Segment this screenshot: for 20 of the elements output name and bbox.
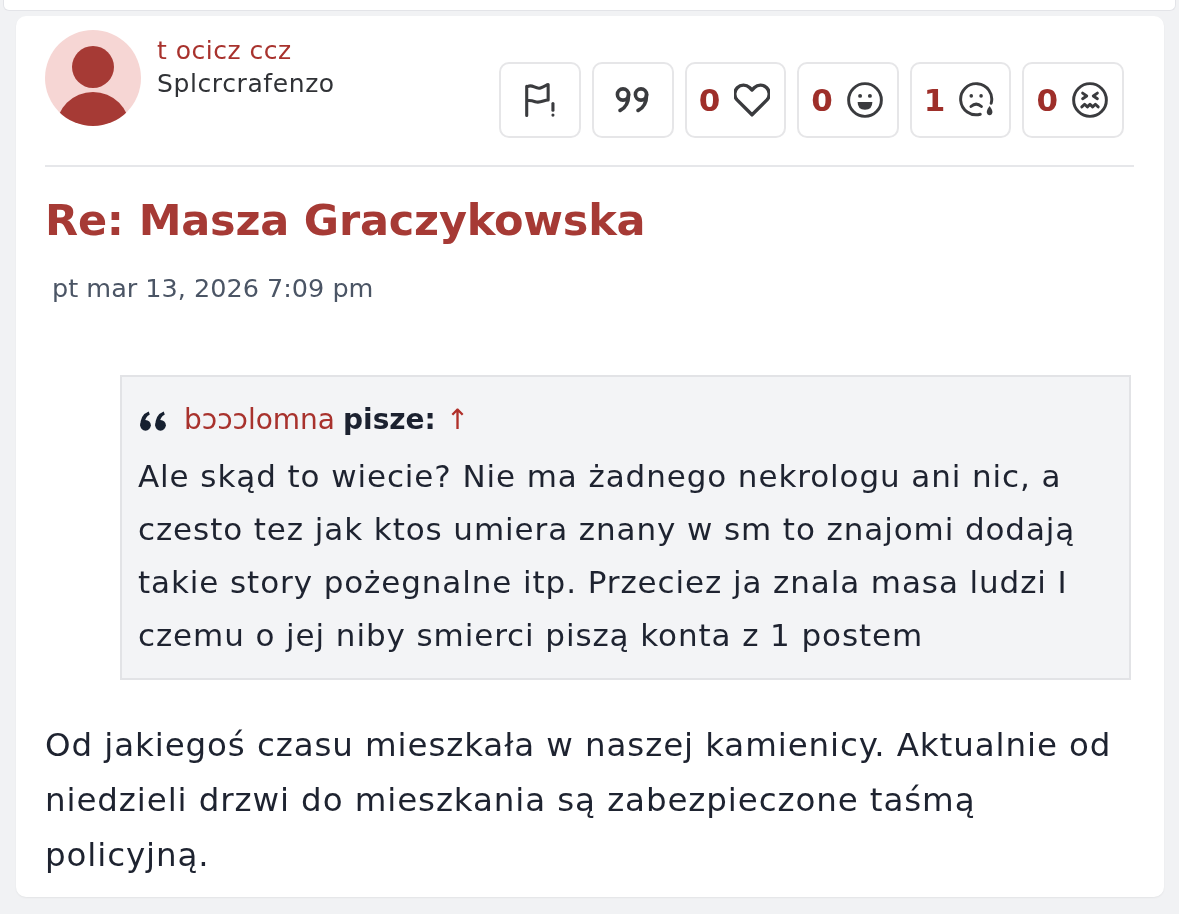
post-body: Od jakiegoś czasu mieszkała w naszej kamienicy. Aktualnie od niedzieli drzwi do mieszkania są zabezpieczone taśmą policyjną. [45, 725, 1113, 876]
user-rank: Splcrcrafenzo [157, 68, 335, 100]
confounded-face-icon [1072, 82, 1108, 118]
post-title: Re: Masza Graczykowska [45, 194, 647, 246]
reaction-button[interactable]: 0 [797, 62, 899, 138]
grinning-face-icon [846, 82, 883, 118]
heart-icon [734, 82, 771, 118]
post-date: pt mar 13, 2026 7:09 pm [52, 273, 375, 303]
report-button[interactable] [498, 62, 581, 138]
username-link[interactable]: t ocicz ccz [157, 35, 335, 67]
avatar-icon [45, 30, 141, 126]
reaction-button[interactable]: 0 [684, 62, 787, 138]
reaction-button[interactable]: 1 [909, 62, 1012, 138]
quote-button[interactable] [591, 62, 674, 138]
quote-label: pisze: [343, 402, 436, 438]
reaction-button[interactable]: 0 [1022, 62, 1124, 138]
jump-to-post-link[interactable]: ↑ [445, 400, 470, 440]
crying-face-icon [959, 82, 996, 118]
quote-author-link[interactable]: bɔɔɔlomna [184, 400, 335, 440]
quote-text: Ale skąd to wiecie? Nie ma żadnego nekrologu ani nic, a czesto tez jak ktos umiera znany w sm to znajomi dodają takie story pożegnalne itp. Przeciez ja znala masa ludzi I czemu o jej niby smierci piszą konta z 1 postem [138, 457, 1077, 655]
